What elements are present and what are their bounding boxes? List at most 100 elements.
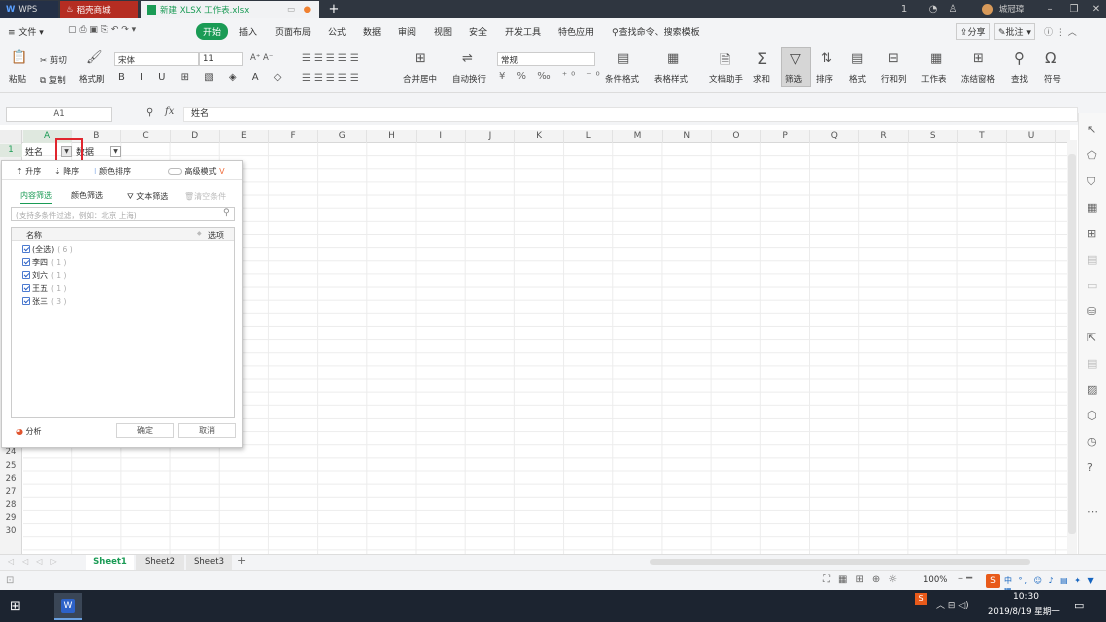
select-all-corner[interactable]	[0, 130, 22, 143]
more-icon[interactable]: ⋯	[1087, 505, 1098, 518]
table-icon[interactable]: ▦	[1087, 201, 1097, 214]
add-sheet-icon[interactable]: +	[237, 554, 246, 567]
vertical-scrollbar[interactable]	[1067, 140, 1077, 554]
font-family-select[interactable]: 宋体	[114, 52, 199, 66]
halign-icons[interactable]: ☰☰☰☰☰	[302, 73, 362, 84]
vscroll-thumb[interactable]	[1068, 154, 1076, 534]
clear-filter-button[interactable]: 🗑清空条件	[184, 191, 226, 202]
file-menu[interactable]: ≡ 文件 ▾	[8, 25, 44, 38]
cut-button[interactable]: ✂ 剪切	[40, 54, 67, 66]
quick-access-icons[interactable]: ▢ ⎙ ▣ ⎘ ↶ ↷ ▾	[68, 25, 136, 35]
column-header-cell[interactable]: K	[515, 130, 565, 143]
sogou-tray-icon[interactable]: S	[915, 593, 927, 605]
find-button[interactable]: 查找	[1011, 73, 1028, 85]
name-box[interactable]: A1	[6, 107, 112, 122]
cell-a1[interactable]: 姓名	[25, 145, 43, 158]
shapes-icon[interactable]: ⬠	[1087, 149, 1097, 162]
row-header-cell[interactable]: 24	[0, 446, 22, 459]
menu-data[interactable]: 数据	[363, 25, 381, 38]
table-style-button[interactable]: 表格样式	[654, 73, 688, 85]
minimize-icon[interactable]: –	[1040, 0, 1060, 18]
form-icon[interactable]: ▤	[1087, 357, 1097, 370]
row-header-cell[interactable]: 26	[0, 473, 22, 486]
menu-layout[interactable]: 页面布局	[275, 25, 311, 38]
row-header-cell[interactable]: 30	[0, 525, 22, 538]
font-grow-icon[interactable]: A⁺ A⁻	[250, 53, 273, 63]
cancel-button[interactable]: 取消	[178, 423, 236, 438]
freeze-button[interactable]: 冻结窗格	[961, 73, 995, 85]
color-sort-button[interactable]: ⁝ 颜色排序	[94, 166, 131, 177]
share-icon[interactable]: ⇱	[1087, 331, 1096, 344]
help-icon[interactable]: ⓘ ⋮ ︿	[1044, 25, 1077, 38]
wrap-button[interactable]: 自动换行	[452, 73, 486, 85]
align-icons[interactable]: ☰☰☰☰☰	[302, 53, 362, 64]
sogou-icon[interactable]: S	[986, 574, 1000, 588]
share-button[interactable]: ⇪分享	[956, 23, 990, 40]
wps-taskbar-item[interactable]: W	[54, 593, 82, 620]
column-header-cell[interactable]: T	[958, 130, 1007, 143]
merge-button[interactable]: 合并居中	[403, 73, 437, 85]
comment-button[interactable]: ✎批注 ▾	[994, 23, 1035, 40]
sheet-tab-3[interactable]: Sheet3	[186, 555, 232, 570]
paste-icon[interactable]: 📋	[11, 50, 27, 65]
column-header-cell[interactable]: C	[121, 130, 171, 143]
window-num-icon[interactable]: 1	[896, 0, 912, 18]
advanced-mode-toggle[interactable]: 高级模式 V	[168, 166, 225, 177]
close-icon[interactable]: ✕	[1086, 0, 1106, 18]
freeze-icon[interactable]: ⊞	[973, 51, 984, 66]
text-filter-button[interactable]: ⛛ 文本筛选	[127, 191, 168, 202]
merge-icon[interactable]: ⊞	[415, 51, 426, 66]
notification-icon[interactable]: ▭	[1074, 599, 1084, 612]
menu-review[interactable]: 审阅	[398, 25, 416, 38]
checkbox[interactable]	[22, 271, 30, 279]
zoom-fx-icon[interactable]: ⚲	[146, 107, 153, 118]
help-side-icon[interactable]: ?	[1087, 461, 1093, 474]
backup-icon[interactable]: ⛁	[1087, 305, 1096, 318]
column-header-cell[interactable]: H	[367, 130, 417, 143]
new-tab-button[interactable]: +	[326, 0, 342, 18]
clock-date[interactable]: 2019/8/19 星期一	[988, 605, 1060, 617]
shield-icon[interactable]: ⬡	[1087, 409, 1097, 422]
column-header-cell[interactable]: E	[220, 130, 269, 143]
fx-icon[interactable]: fx	[165, 106, 174, 117]
tab-color-filter[interactable]: 颜色筛选	[71, 190, 103, 201]
column-header-cell[interactable]: U	[1007, 130, 1057, 143]
menu-view[interactable]: 视图	[434, 25, 452, 38]
doc-icon[interactable]: ▭	[1087, 279, 1097, 292]
style-icon[interactable]: ⛉	[1087, 175, 1095, 189]
symbol-icon[interactable]: Ω	[1045, 49, 1056, 67]
table-style-icon[interactable]: ▦	[667, 51, 679, 66]
column-header-cell[interactable]: P	[761, 130, 811, 143]
row-header-cell[interactable]: 28	[0, 499, 22, 512]
analyze-button[interactable]: ◕ 分析	[16, 426, 42, 437]
number-format-select[interactable]: 常规	[497, 52, 595, 66]
command-search[interactable]: ⚲查找命令、搜索模板	[612, 25, 700, 38]
column-header-cell[interactable]: L	[564, 130, 614, 143]
checkbox[interactable]	[22, 297, 30, 305]
sheet-tab-2[interactable]: Sheet2	[136, 555, 184, 570]
column-header-cell[interactable]: R	[859, 130, 909, 143]
filter-dropdown-b[interactable]: ▼	[110, 146, 121, 157]
font-style-icons[interactable]: B I U ⊞ ▧ ◈ A ◇	[118, 72, 287, 83]
format-painter-icon[interactable]: 🖌	[86, 50, 103, 65]
sort-button[interactable]: 排序	[816, 73, 833, 85]
clock-time[interactable]: 10:30	[1006, 592, 1046, 602]
tab-docer-store[interactable]: ♨ 稻壳商城	[60, 1, 138, 18]
view-mode-icons[interactable]: ⛶▦⊞⊕☼	[823, 574, 905, 585]
doc-helper-button[interactable]: 文档助手	[709, 73, 743, 85]
filter-dropdown-a[interactable]: ▼	[61, 146, 72, 157]
tray-icons[interactable]: ︿ ⊟ ◁)	[936, 598, 969, 611]
find-icon[interactable]: ⚲	[1014, 49, 1025, 67]
sheet-tab-1[interactable]: Sheet1	[86, 555, 134, 570]
column-header-cell[interactable]: M	[613, 130, 663, 143]
number-format-icons[interactable]: ¥ % ‰ ⁺⁰ ⁻⁰	[499, 71, 604, 82]
paste-button[interactable]: 粘贴	[9, 73, 26, 85]
menu-devtools[interactable]: 开发工具	[505, 25, 541, 38]
windows-start-icon[interactable]: ⊞	[10, 599, 21, 614]
rowcol-icon[interactable]: ⊟	[888, 51, 899, 66]
sum-icon[interactable]: Σ	[757, 49, 767, 68]
worksheet-icon[interactable]: ▦	[930, 51, 942, 66]
column-header-cell[interactable]: D	[171, 130, 220, 143]
filter-button[interactable]: ▽ 筛选	[781, 47, 811, 87]
macro-icon[interactable]: ⊡	[6, 575, 14, 586]
